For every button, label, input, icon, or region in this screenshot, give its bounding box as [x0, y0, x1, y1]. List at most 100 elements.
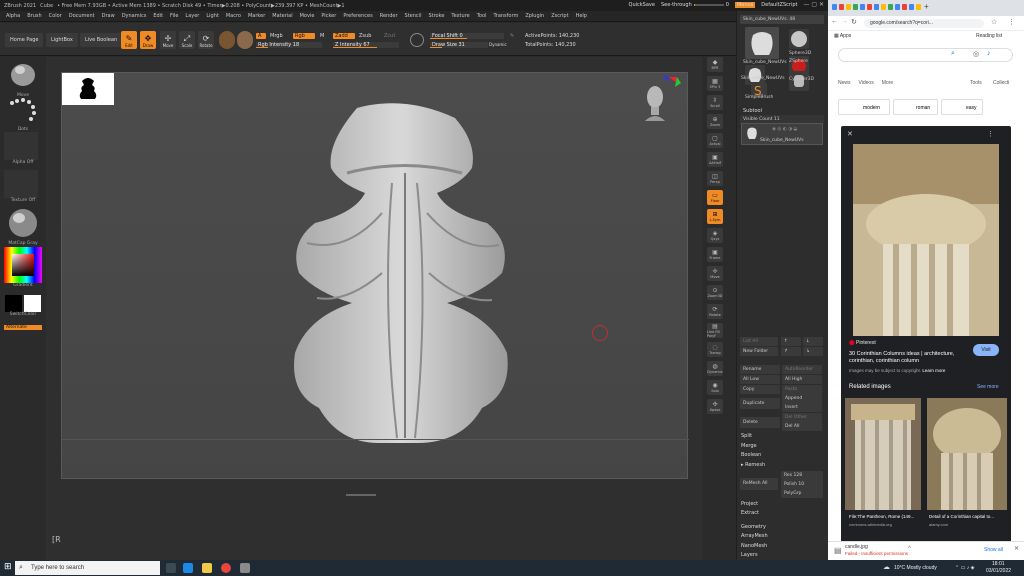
arraymesh-section[interactable]: ArrayMesh	[741, 533, 768, 539]
subtool-item[interactable]: Skin_cube_NewUVs ◉ ◍ ◐ ◑ ◒	[741, 123, 823, 145]
chip-easy[interactable]: easy	[941, 99, 983, 115]
subtool-controls-icon[interactable]: ◉ ◍ ◐ ◑ ◒	[772, 127, 797, 132]
draw-size-slider[interactable]: Draw Size 31	[430, 42, 488, 48]
navigation-thumbnail[interactable]	[62, 73, 114, 105]
menu-tool[interactable]: Tool	[477, 13, 487, 19]
tab-favicon-icon[interactable]	[916, 4, 921, 10]
home-page-button[interactable]: Home Page	[5, 33, 44, 47]
tab-favicon-icon[interactable]	[846, 4, 851, 10]
download-filename[interactable]: candle.jpg	[845, 544, 868, 550]
quicksave-button[interactable]: QuickSave	[629, 2, 655, 8]
shelf-rotate-button[interactable]: ⟳ Rotate	[707, 304, 723, 319]
canvas-scrollbar[interactable]	[346, 494, 376, 496]
chip-modern[interactable]: modern	[838, 99, 890, 115]
menu-preferences[interactable]: Preferences	[343, 13, 372, 19]
zcut-toggle[interactable]: Zcut	[384, 33, 395, 39]
live-boolean-button[interactable]: Live Boolean	[80, 33, 123, 47]
material-sphere-button[interactable]	[219, 31, 235, 49]
visit-button[interactable]: Visit	[973, 344, 999, 356]
menus-toggle[interactable]: Menus	[734, 1, 756, 8]
shelf-spix-3-button[interactable]: ▦ SPix 3	[707, 76, 723, 91]
subtool-header[interactable]: Subtool	[743, 108, 762, 114]
remesh-all-button[interactable]: ReMesh All	[740, 478, 778, 490]
column-preview-image[interactable]	[853, 144, 999, 336]
insert-button[interactable]: Insert	[782, 403, 822, 412]
texture-selector[interactable]: Texture Off	[4, 170, 42, 203]
menu-macro[interactable]: Macro	[226, 13, 241, 19]
dynamic-toggle[interactable]: Dynamic	[489, 42, 507, 47]
tab-favicon-icon[interactable]	[909, 4, 914, 10]
tab-videos[interactable]: Videos	[859, 80, 874, 86]
shelf-persp-button[interactable]: ◫ Persp	[707, 171, 723, 186]
menu-render[interactable]: Render	[380, 13, 398, 19]
autoreorder-button[interactable]: AutoReorder	[782, 365, 822, 374]
polish-slider[interactable]: Polish 10	[781, 480, 823, 489]
all-low-button[interactable]: All Low	[740, 375, 780, 384]
tab-favicon-icon[interactable]	[888, 4, 893, 10]
tool-thumb-3[interactable]	[745, 65, 765, 85]
menu-icon[interactable]: ⋮	[1008, 18, 1015, 26]
shelf-move-button[interactable]: ✢ Move	[707, 266, 723, 281]
shelf-transp-button[interactable]: ◌ Transp	[707, 342, 723, 357]
related-image-1[interactable]	[845, 398, 921, 510]
weather-text[interactable]: 10°C Mostly cloudy	[894, 565, 937, 571]
rgb-intensity-slider[interactable]: Rgb Intensity 18	[256, 42, 322, 48]
z-intensity-slider[interactable]: Z Intensity 67	[333, 42, 399, 48]
delete-button[interactable]: Delete	[740, 417, 780, 428]
shelf-scroll-button[interactable]: ⇳ Scroll	[707, 95, 723, 110]
project-section[interactable]: Project	[741, 501, 758, 507]
close-icon[interactable]: ✕	[847, 130, 853, 138]
shelf-xpose-button[interactable]: ✣ Xpose	[707, 399, 723, 414]
shelf-l-sym-button[interactable]: ⊞ L.Sym	[707, 209, 723, 224]
menu-draw[interactable]: Draw	[102, 13, 115, 19]
viewport-canvas[interactable]	[61, 72, 689, 479]
pinterest-source[interactable]: ⬤ Pinterest	[849, 340, 876, 346]
forward-icon[interactable]: →	[841, 18, 848, 25]
move-up-button[interactable]: ↱	[781, 347, 801, 356]
menu-stroke[interactable]: Stroke	[428, 13, 444, 19]
window-controls[interactable]: — ▢ ✕	[803, 1, 824, 8]
merge-section[interactable]: Merge	[741, 443, 757, 449]
shelf-frame-button[interactable]: ▣ Frame	[707, 247, 723, 262]
shelf-zoom3d-button[interactable]: ⊙ Zoom3D	[707, 285, 723, 300]
chip-roman[interactable]: roman	[893, 99, 938, 115]
show-all-button[interactable]: Show all	[984, 547, 1003, 553]
clock-time[interactable]: 18:01	[992, 561, 1005, 567]
clock-date[interactable]: 03/01/2022	[986, 568, 1011, 574]
a-toggle[interactable]: A	[256, 33, 266, 39]
star-icon[interactable]: ☆	[991, 18, 997, 26]
all-high-button[interactable]: All High	[782, 375, 822, 384]
shelf-bpr-button[interactable]: ◆ BPR	[707, 57, 723, 72]
zadd-toggle[interactable]: Zadd	[333, 33, 355, 39]
shelf-solo-button[interactable]: ◉ Solo	[707, 380, 723, 395]
split-section[interactable]: Split	[741, 433, 752, 439]
rgb-toggle[interactable]: Rgb	[293, 33, 315, 39]
zbrush-icon[interactable]	[240, 563, 250, 573]
tab-more[interactable]: More	[882, 80, 893, 86]
google-search-box[interactable]: ⌕ ◎ ♪	[838, 48, 1013, 62]
del-all-button[interactable]: Del All	[782, 422, 822, 431]
menu-stencil[interactable]: Stencil	[405, 13, 422, 19]
extract-section[interactable]: Extract	[741, 510, 759, 516]
related-caption-2[interactable]: Detail of a Corinthian capital to...	[929, 514, 1007, 519]
close-download-icon[interactable]: ✕	[1014, 545, 1019, 552]
tab-favicon-icon[interactable]	[902, 4, 907, 10]
edit-button[interactable]: ✎ Edit	[121, 31, 137, 49]
menu-layer[interactable]: Layer	[185, 13, 199, 19]
saturation-square[interactable]	[12, 254, 34, 276]
draw-button[interactable]: ✥ Draw	[140, 31, 156, 49]
m-toggle[interactable]: M	[320, 33, 324, 39]
nanomesh-section[interactable]: NanoMesh	[741, 543, 767, 549]
shelf-zoom-button[interactable]: ⊕ Zoom	[707, 114, 723, 129]
related-image-2[interactable]	[927, 398, 1007, 510]
tab-favicon-icon[interactable]	[874, 4, 879, 10]
apps-link[interactable]: ▦ Apps	[834, 33, 851, 39]
collections-link[interactable]: Collecti	[993, 80, 1009, 86]
chrome-icon[interactable]	[221, 563, 231, 573]
tab-favicon-icon[interactable]	[881, 4, 886, 10]
shelf-dynamic-button[interactable]: ◍ Dynamic	[707, 361, 723, 376]
weather-icon[interactable]: ☁	[883, 563, 890, 571]
menu-texture[interactable]: Texture	[451, 13, 469, 19]
mrgb-toggle[interactable]: Mrgb	[270, 33, 283, 39]
rename-button[interactable]: Rename	[740, 365, 780, 374]
